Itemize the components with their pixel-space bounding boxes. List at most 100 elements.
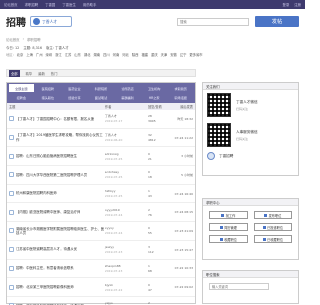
thread-title-link[interactable]: 江苏省中医院诚聘高层次人才，待遇从优: [16, 247, 77, 251]
thread-title-link[interactable]: 招聘：山东日照心脑血管病医院招聘医生: [16, 154, 77, 158]
author-link[interactable]: oyyy2019: [105, 208, 148, 212]
table-row[interactable]: 【内推】欧亚医院诚聘中医师、康复治疗师 oyyy2019 2019-07-24 2 76…: [7, 203, 195, 223]
jobcenter-button[interactable]: 发布职位: [253, 211, 292, 219]
search-input[interactable]: [177, 17, 249, 26]
tab-1[interactable]: 精华: [26, 71, 33, 76]
job-search-input[interactable]: [209, 283, 269, 290]
table-row[interactable]: 杭州和康医院招聘内科医师 hzhkyy 2019-07-25 1 43 07-24 16:…: [7, 185, 195, 204]
last-post-time[interactable]: 07-22 09:02: [171, 285, 193, 289]
tab-0[interactable]: 全部: [9, 69, 20, 77]
new-post-button[interactable]: 发帖: [255, 16, 299, 27]
region-option[interactable]: 北京: [17, 52, 24, 57]
region-option[interactable]: 更多省市: [189, 52, 202, 57]
last-post-time[interactable]: 07-23 21:09: [171, 229, 193, 233]
author-link[interactable]: scdxhxey: [105, 170, 148, 174]
author-link[interactable]: yxjys: [105, 301, 148, 305]
category-chip[interactable]: 医院招聘: [36, 84, 61, 92]
topnav-item[interactable]: 用药助手: [83, 2, 97, 7]
author-link[interactable]: 丁香人才: [105, 133, 148, 137]
jobcenter-button[interactable]: 简历管理: [209, 223, 248, 231]
login-link[interactable]: 登录: [282, 2, 289, 7]
table-row[interactable]: 招聘：四川大学华西医院第二医院招聘护理人员 scdxhxey 2019-07-25 0…: [7, 166, 195, 185]
last-post-time[interactable]: 3 小时前: [171, 154, 193, 158]
thread-title-link[interactable]: 杭州和康医院招聘内科医师: [16, 191, 57, 195]
category-chip[interactable]: 薪酬福利: [115, 94, 140, 102]
last-post-time[interactable]: 07-24 08:15: [171, 210, 193, 214]
jobcenter-button[interactable]: 已收藏职位: [253, 235, 292, 243]
region-option[interactable]: 上海: [26, 52, 33, 57]
category-chip[interactable]: 医药企业: [62, 84, 87, 92]
region-option[interactable]: 安徽: [170, 52, 177, 57]
category-chip[interactable]: 卫生机构: [142, 84, 167, 92]
author-link[interactable]: sdrzxnxg: [105, 152, 148, 156]
region-option[interactable]: 广州: [36, 52, 43, 57]
category-chip[interactable]: 猎头职位: [36, 94, 61, 102]
jobcenter-bullet-icon: [262, 225, 266, 229]
jobcenter-button[interactable]: 已投递职位: [253, 223, 292, 231]
region-option[interactable]: 江苏: [65, 52, 72, 57]
region-option[interactable]: 深圳: [46, 52, 53, 57]
thread-title-link[interactable]: 招聘：四川大学华西医院第二医院招聘护理人员: [16, 173, 87, 177]
region-option[interactable]: 福建: [141, 52, 148, 57]
category-chip[interactable]: 求职简历: [168, 84, 193, 92]
author-link[interactable]: xyyxy: [105, 226, 148, 230]
brand-logo[interactable]: 丁香人才: [30, 16, 72, 27]
region-option[interactable]: 四川: [103, 52, 110, 57]
region-option[interactable]: 湖南: [93, 52, 100, 57]
category-chip[interactable]: 面试笔试: [89, 94, 114, 102]
region-option[interactable]: 湖北: [84, 52, 91, 57]
thread-title-link[interactable]: 【丁香人才】丁香园招聘中心：名额有限，报名从速: [16, 117, 94, 121]
last-post-time[interactable]: 07-24 11:22: [171, 136, 193, 140]
last-post-time[interactable]: 5 小时前: [171, 173, 193, 177]
breadcrumb-item[interactable]: 求职招聘: [27, 37, 41, 42]
region-option[interactable]: 河北: [122, 52, 129, 57]
author-link[interactable]: jsszyy: [105, 245, 148, 249]
topnav-item[interactable]: 论坛首页: [4, 2, 18, 7]
topnav-item[interactable]: 丁香医生: [62, 2, 76, 7]
region-option[interactable]: 浙江: [55, 52, 62, 57]
category-chip[interactable]: 经验分享: [62, 94, 87, 102]
breadcrumb-item[interactable]: 论坛首页: [6, 37, 20, 42]
thread-title-link[interactable]: 【内推】欧亚医院诚聘中医师、康复治疗师: [16, 210, 80, 214]
last-post-time[interactable]: 07-24 16:40: [171, 192, 193, 196]
table-row[interactable]: 招聘：某医学检验所招聘检验技师，待遇优厚yxjys2019-07-2229107…: [7, 297, 195, 305]
jobcenter-button[interactable]: 找工作: [209, 211, 248, 219]
thread-title-link[interactable]: 招聘：北京某三甲医院招聘影像科医师: [16, 285, 74, 289]
tab-2[interactable]: 最新: [38, 71, 45, 76]
tab-3[interactable]: 热门: [51, 71, 58, 76]
thread-title-link[interactable]: 招聘：中医科主任，有意者请私信联系: [16, 266, 74, 270]
category-chip[interactable]: 招聘会: [9, 94, 34, 102]
topnav-item[interactable]: 丁香园: [45, 2, 55, 7]
register-link[interactable]: 注册: [294, 2, 301, 7]
author-link[interactable]: 丁香人才: [105, 114, 148, 118]
category-chip[interactable]: 科研院所: [89, 84, 114, 92]
author-link[interactable]: zhaopin88: [105, 264, 148, 268]
table-row[interactable]: 招聘：中医科主任，有意者请私信联系 zhaopin88 2019-07-23 1 68 0…: [7, 260, 195, 279]
region-option[interactable]: 山东: [74, 52, 81, 57]
category-chip[interactable]: 诊所药店: [115, 84, 140, 92]
topnav-item[interactable]: 求职招聘: [25, 2, 39, 7]
table-row[interactable]: 【丁香人才】丁香园招聘中心：名额有限，报名从速 丁香人才 2019-07-17 28 3…: [7, 110, 195, 129]
thread-title-link[interactable]: 【丁香人才】2019届医学生求职攻略，帮你找到心仪的工作: [16, 133, 105, 142]
category-chip[interactable]: 职场话题: [168, 94, 193, 102]
table-row[interactable]: 【丁香人才】2019届医学生求职攻略，帮你找到心仪的工作 丁香人才 2019-06-…: [7, 129, 195, 148]
table-row[interactable]: 湖南省长沙市湘雅医学院附属医院招聘临床医生、护士、医技人员 xyyxy 2019-0…: [7, 222, 195, 241]
author-link[interactable]: bjyxk: [105, 283, 148, 287]
table-row[interactable]: 招聘：北京某三甲医院招聘影像科医师 bjyxk 2019-07-22 0 47 07-22…: [7, 278, 195, 297]
last-post-time[interactable]: 07-23 15:47: [171, 248, 193, 252]
table-row[interactable]: 招聘：山东日照心脑血管病医院招聘医生 sdrzxnxg 2019-07-25 0 21 3…: [7, 147, 195, 167]
last-post-time[interactable]: 昨天 18:32: [171, 117, 193, 121]
category-chip[interactable]: 全部主题: [9, 84, 34, 92]
region-option[interactable]: 陕西: [132, 52, 139, 57]
last-post-time[interactable]: 07-22 10:33: [171, 266, 193, 270]
region-option[interactable]: 重庆: [151, 52, 158, 57]
region-option[interactable]: 辽宁: [180, 52, 187, 57]
table-row[interactable]: 江苏省中医院诚聘高层次人才，待遇从优 jsszyy 2019-07-23 3 112 07…: [7, 241, 195, 260]
author-link[interactable]: hzhkyy: [105, 189, 148, 193]
brand-strip[interactable]: 丁香招聘: [203, 150, 298, 164]
region-option[interactable]: 河南: [113, 52, 120, 57]
category-chip[interactable]: HR之家: [142, 94, 167, 102]
jobcenter-button[interactable]: 收藏职位: [209, 235, 248, 243]
thread-title-link[interactable]: 湖南省长沙市湘雅医学院附属医院招聘临床医生、护士、医技人员: [16, 227, 105, 236]
region-option[interactable]: 天津: [161, 52, 168, 57]
